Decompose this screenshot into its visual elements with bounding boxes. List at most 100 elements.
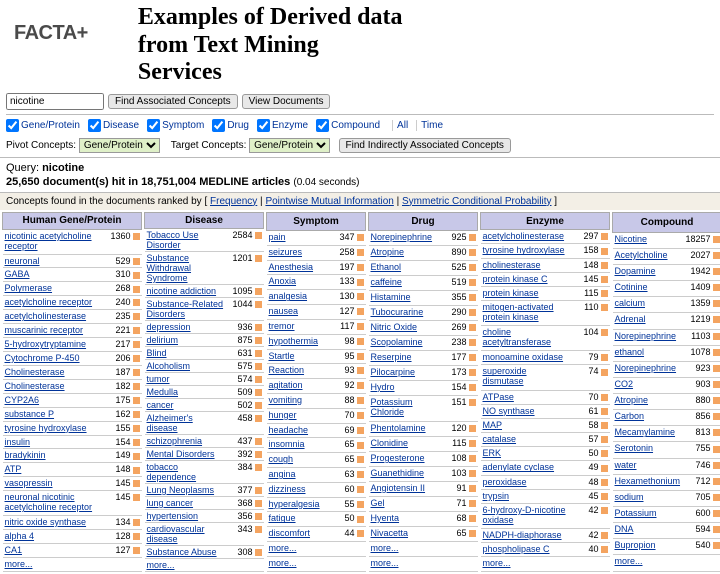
concept-link[interactable]: vomiting bbox=[267, 393, 336, 408]
concept-link[interactable]: insulin bbox=[3, 435, 100, 449]
concept-link[interactable]: more... bbox=[267, 542, 336, 557]
pivot-select[interactable]: Gene/Protein bbox=[79, 138, 160, 153]
concept-link[interactable]: lung cancer bbox=[145, 496, 228, 509]
concept-link[interactable]: neuronal nicotinic acetylcholine recepto… bbox=[3, 491, 100, 516]
checkbox-enzyme[interactable] bbox=[257, 119, 270, 132]
checkbox-symptom[interactable] bbox=[147, 119, 160, 132]
checkbox-disease[interactable] bbox=[88, 119, 101, 132]
concept-link[interactable]: DNA bbox=[613, 523, 684, 539]
concept-link[interactable]: Pilocarpine bbox=[369, 365, 445, 380]
concept-link[interactable]: water bbox=[613, 458, 684, 474]
concept-link[interactable]: dizziness bbox=[267, 482, 336, 497]
concept-link[interactable]: Norepinephrine bbox=[613, 361, 684, 377]
more-link[interactable]: more... bbox=[369, 556, 478, 571]
concept-link[interactable]: Atropine bbox=[369, 246, 445, 261]
concept-link[interactable]: tobacco dependence bbox=[145, 460, 228, 483]
concept-link[interactable]: headache bbox=[267, 423, 336, 438]
concept-link[interactable]: NO synthase bbox=[481, 404, 571, 418]
concept-link[interactable]: Mental Disorders bbox=[145, 447, 228, 460]
concept-link[interactable]: ATPase bbox=[481, 390, 571, 404]
concept-link[interactable]: hyperalgesia bbox=[267, 497, 336, 512]
view-documents-button[interactable]: View Documents bbox=[242, 94, 331, 109]
concept-link[interactable]: Cytochrome P-450 bbox=[3, 352, 100, 366]
concept-link[interactable]: peroxidase bbox=[481, 475, 571, 489]
concept-link[interactable]: cancer bbox=[145, 398, 228, 411]
concept-link[interactable]: CO2 bbox=[613, 377, 684, 393]
concept-link[interactable]: Atropine bbox=[613, 394, 684, 410]
concept-link[interactable]: Anesthesia bbox=[267, 260, 336, 275]
concept-link[interactable]: Phentolamine bbox=[369, 422, 445, 437]
concept-link[interactable]: insomnia bbox=[267, 438, 336, 453]
concept-link[interactable]: neuronal bbox=[3, 254, 100, 268]
concept-link[interactable]: Dopamine bbox=[613, 264, 684, 280]
concept-link[interactable]: ATP bbox=[3, 463, 100, 477]
concept-link[interactable]: Startle bbox=[267, 349, 336, 364]
concept-link[interactable]: Anoxia bbox=[267, 275, 336, 290]
concept-link[interactable]: tremor bbox=[267, 319, 336, 334]
concept-link[interactable]: Carbon bbox=[613, 410, 684, 426]
concept-link[interactable]: acetylcholinesterase bbox=[3, 310, 100, 324]
concept-link[interactable]: cardiovascular disease bbox=[145, 522, 228, 545]
concept-link[interactable]: protein kinase C bbox=[481, 272, 571, 286]
concept-link[interactable]: monoamine oxidase bbox=[481, 351, 571, 365]
concept-link[interactable]: caffeine bbox=[369, 276, 445, 291]
concept-link[interactable]: GABA bbox=[3, 268, 100, 282]
concept-link[interactable]: cholinesterase bbox=[481, 258, 571, 272]
target-select[interactable]: Gene/Protein bbox=[249, 138, 330, 153]
concept-link[interactable]: choline acetyltransferase bbox=[481, 326, 571, 351]
concept-link[interactable]: Potassium bbox=[613, 507, 684, 523]
concept-link[interactable]: tyrosine hydroxylase bbox=[481, 244, 571, 258]
concept-link[interactable]: Histamine bbox=[369, 291, 445, 306]
concept-link[interactable]: cough bbox=[267, 453, 336, 468]
concept-link[interactable]: Nitric Oxide bbox=[369, 320, 445, 335]
concept-link[interactable]: more... bbox=[369, 541, 445, 556]
concept-link[interactable]: seizures bbox=[267, 245, 336, 260]
filter-compound[interactable]: Compound bbox=[316, 120, 380, 131]
concept-link[interactable]: Nivacetta bbox=[369, 526, 445, 541]
filter-symptom[interactable]: Symptom bbox=[147, 120, 204, 131]
concept-link[interactable]: CYP2A6 bbox=[3, 393, 100, 407]
concept-link[interactable]: Cholinesterase bbox=[3, 379, 100, 393]
concept-link[interactable]: Lung Neoplasms bbox=[145, 483, 228, 496]
concept-link[interactable]: protein kinase bbox=[481, 286, 571, 300]
concept-link[interactable]: Substance-Related Disorders bbox=[145, 297, 228, 320]
concept-link[interactable]: analgesia bbox=[267, 290, 336, 305]
concept-link[interactable]: catalase bbox=[481, 433, 571, 447]
concept-link[interactable]: Cotinine bbox=[613, 281, 684, 297]
concept-link[interactable]: hypertension bbox=[145, 509, 228, 522]
concept-link[interactable]: superoxide dismutase bbox=[481, 365, 571, 390]
concept-link[interactable]: schizophrenia bbox=[145, 434, 228, 447]
concept-link[interactable]: Gel bbox=[369, 496, 445, 511]
concept-link[interactable]: alpha 4 bbox=[3, 529, 100, 543]
filter-disease[interactable]: Disease bbox=[88, 120, 139, 131]
concept-link[interactable]: Progesterone bbox=[369, 452, 445, 467]
concept-link[interactable]: Serotonin bbox=[613, 442, 684, 458]
concept-link[interactable]: Polymerase bbox=[3, 282, 100, 296]
concept-link[interactable]: Acetylcholine bbox=[613, 248, 684, 264]
concept-link[interactable]: Cholinesterase bbox=[3, 365, 100, 379]
concept-link[interactable]: acetylcholine receptor bbox=[3, 296, 100, 310]
concept-link[interactable]: fatigue bbox=[267, 512, 336, 527]
concept-link[interactable]: tumor bbox=[145, 372, 228, 385]
concept-link[interactable]: Bupropion bbox=[613, 539, 684, 555]
concept-link[interactable]: bradykinin bbox=[3, 449, 100, 463]
concept-link[interactable]: Nicotine bbox=[613, 232, 684, 248]
concept-link[interactable]: Hydro bbox=[369, 380, 445, 395]
more-link[interactable]: more... bbox=[145, 558, 264, 571]
concept-link[interactable]: adenylate cyclase bbox=[481, 461, 571, 475]
indirect-button[interactable]: Find Indirectly Associated Concepts bbox=[339, 138, 511, 153]
filter-geneprotein[interactable]: Gene/Protein bbox=[6, 120, 80, 131]
concept-link[interactable]: Scopolamine bbox=[369, 335, 445, 350]
checkbox-geneprotein[interactable] bbox=[6, 119, 19, 132]
concept-link[interactable]: ERK bbox=[481, 447, 571, 461]
concept-link[interactable]: muscarinic receptor bbox=[3, 324, 100, 338]
concept-link[interactable]: Substance Abuse bbox=[145, 545, 228, 558]
concept-link[interactable]: Tobacco Use Disorder bbox=[145, 228, 228, 251]
concept-link[interactable]: NADPH-diaphorase bbox=[481, 529, 571, 543]
concept-link[interactable]: calcium bbox=[613, 297, 684, 313]
more-link[interactable]: more... bbox=[481, 557, 610, 571]
concept-link[interactable]: ethanol bbox=[613, 345, 684, 361]
concept-link[interactable]: agitation bbox=[267, 379, 336, 394]
find-concepts-button[interactable]: Find Associated Concepts bbox=[108, 94, 238, 109]
concept-link[interactable]: nitric oxide synthase bbox=[3, 515, 100, 529]
